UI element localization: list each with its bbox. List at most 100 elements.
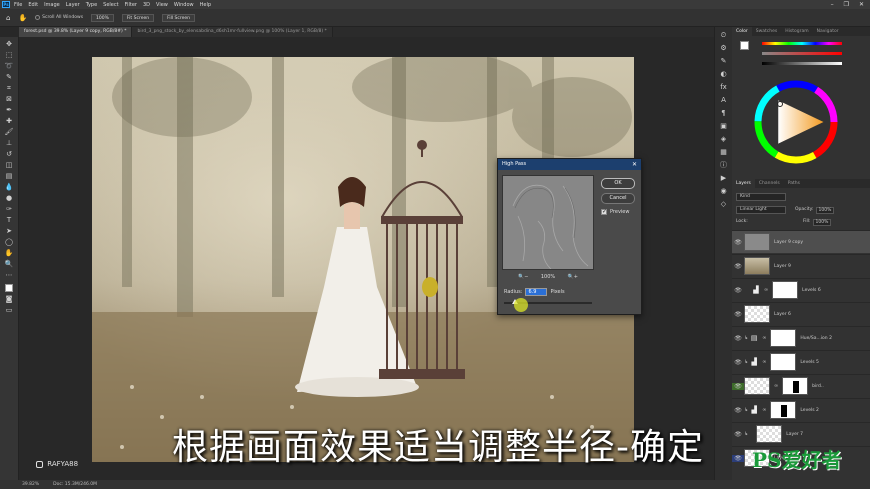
fit-screen-button[interactable]: Fit Screen [121,13,155,22]
tab-histogram[interactable]: Histogram [781,27,812,36]
visibility-eye-icon[interactable]: 👁 [732,239,744,246]
history-icon[interactable]: ⏲ [719,31,728,39]
actions-icon[interactable]: ▶ [719,174,728,182]
blend-mode-select[interactable]: Linear Light [736,206,786,214]
opacity-input[interactable]: 100% [815,207,835,214]
menu-type[interactable]: Type [86,2,97,8]
visibility-eye-icon[interactable]: 👁 [732,287,744,294]
visibility-eye-icon[interactable]: 👁 [732,335,744,342]
radius-input[interactable]: 6.9 [525,288,548,296]
history-brush-tool-icon[interactable]: ↺ [5,150,14,158]
layer-row[interactable]: 👁 ∞ bird.. [732,374,870,397]
zoom-100-button[interactable]: 100% [91,13,114,22]
zoom-in-icon[interactable]: 🔍+ [568,274,578,280]
type-tool-icon[interactable]: T [5,216,14,224]
adjustments-icon[interactable]: ◐ [719,70,728,78]
menu-view[interactable]: View [156,2,168,8]
minimize-icon[interactable]: – [831,1,834,8]
styles-icon[interactable]: fx [719,83,728,91]
layer-row[interactable]: 👁 Layer 6 [732,302,870,325]
hand-tool-icon[interactable]: ✋ [18,14,27,22]
visibility-eye-icon[interactable]: 👁 [732,311,744,318]
info-icon[interactable]: ⓘ [719,161,728,169]
filter-preview-image[interactable] [502,175,594,270]
3d-icon[interactable]: ◈ [719,135,728,143]
brightness-slider[interactable] [762,62,842,65]
visibility-eye-icon[interactable]: 👁 [732,431,744,438]
layer-row[interactable]: 👁 ↳ ▟ ∞ Levels 2 [732,398,870,421]
menu-layer[interactable]: Layer [66,2,80,8]
layer-row[interactable]: 👁 ↳ Layer 7 [732,422,870,445]
hue-slider[interactable] [762,42,842,45]
menu-window[interactable]: Window [174,2,194,8]
layer-filter-kind[interactable]: Kind [736,193,786,201]
scroll-all-windows-checkbox[interactable]: Scroll All Windows [35,15,83,20]
gradient-tool-icon[interactable]: ▤ [5,172,14,180]
libraries-icon[interactable]: ▣ [719,122,728,130]
eyedropper-tool-icon[interactable]: ✒ [5,106,14,114]
tab-swatches[interactable]: Swatches [752,27,782,36]
tab-bird[interactable]: bird_3_png_stock_by_elensabdina_d6sh1mr-… [132,27,333,37]
blur-tool-icon[interactable]: 💧 [5,183,14,191]
tab-forest[interactable]: forest.psd @ 39.8% (Layer 9 copy, RGB/8#… [19,27,133,37]
ellipse-tool-icon[interactable]: ◯ [5,238,14,246]
layer-row[interactable]: 👁 ↳ ▟ ∞ Levels 5 [732,350,870,373]
visibility-eye-icon[interactable]: 👁 [732,382,744,390]
screen-mode-icon[interactable]: ▭ [5,306,14,314]
ok-button[interactable]: OK [601,178,635,189]
visibility-eye-icon[interactable]: 👁 [732,407,744,414]
close-icon[interactable]: ✕ [632,159,637,170]
visibility-eye-icon[interactable]: 👁 [732,454,744,462]
fill-screen-button[interactable]: Fill Screen [162,13,196,22]
dodge-tool-icon[interactable]: ● [5,194,14,202]
status-zoom[interactable]: 39.82% [22,482,39,487]
healing-brush-tool-icon[interactable]: ✚ [5,117,14,125]
layer-row[interactable]: 👁 Layer 9 copy [732,230,870,253]
frame-tool-icon[interactable]: ⊠ [5,95,14,103]
menu-help[interactable]: Help [200,2,211,8]
layer-row[interactable]: 👁 Layer 9 [732,254,870,277]
tab-channels[interactable]: Channels [755,179,784,188]
brush-settings-icon[interactable]: ✎ [719,57,728,65]
properties-icon[interactable]: ⚙ [719,44,728,52]
visibility-eye-icon[interactable]: 👁 [732,359,744,366]
paths-icon[interactable]: ◇ [719,200,728,208]
menu-3d[interactable]: 3D [143,2,150,8]
quick-mask-icon[interactable]: ◙ [5,295,14,303]
fill-input[interactable]: 100% [812,219,832,226]
lasso-tool-icon[interactable]: ➰ [5,62,14,70]
zoom-out-icon[interactable]: 🔍− [518,274,528,280]
tab-navigator[interactable]: Navigator [813,27,843,36]
menu-file[interactable]: File [14,2,22,8]
quick-select-tool-icon[interactable]: ✎ [5,73,14,81]
menu-image[interactable]: Image [44,2,60,8]
menu-select[interactable]: Select [103,2,118,8]
tab-color[interactable]: Color [732,27,752,36]
marquee-tool-icon[interactable]: ⬚ [5,51,14,59]
layer-row[interactable]: 👁 ↳ ▤ ∞ Hue/Sa...ion 2 [732,326,870,349]
visibility-eye-icon[interactable]: 👁 [732,263,744,270]
paragraph-icon[interactable]: ¶ [719,109,728,117]
crop-tool-icon[interactable]: ⌗ [5,84,14,92]
move-tool-icon[interactable]: ✥ [5,40,14,48]
pen-tool-icon[interactable]: ✑ [5,205,14,213]
channels-icon[interactable]: ◉ [719,187,728,195]
color-wheel[interactable] [754,80,838,164]
dialog-titlebar[interactable]: High Pass ✕ [498,159,641,170]
layer-row[interactable]: 👁 ▟ ∞ Levels 6 [732,278,870,301]
clone-stamp-tool-icon[interactable]: ⊥ [5,139,14,147]
close-window-icon[interactable]: ✕ [859,1,864,8]
preview-checkbox[interactable]: ✓ [601,208,607,215]
restore-icon[interactable]: ❐ [844,1,849,8]
menu-filter[interactable]: Filter [125,2,137,8]
foreground-color-swatch[interactable] [5,284,13,292]
saturation-slider[interactable] [762,52,842,55]
preview-checkbox-row[interactable]: ✓ Preview [601,208,629,215]
color-foreground-swatch[interactable] [740,41,749,50]
cancel-button[interactable]: Cancel [601,193,635,204]
path-select-tool-icon[interactable]: ➤ [5,227,14,235]
character-icon[interactable]: A [719,96,728,104]
swatches-icon[interactable]: ▦ [719,148,728,156]
home-icon[interactable]: ⌂ [6,14,10,22]
eraser-tool-icon[interactable]: ◫ [5,161,14,169]
